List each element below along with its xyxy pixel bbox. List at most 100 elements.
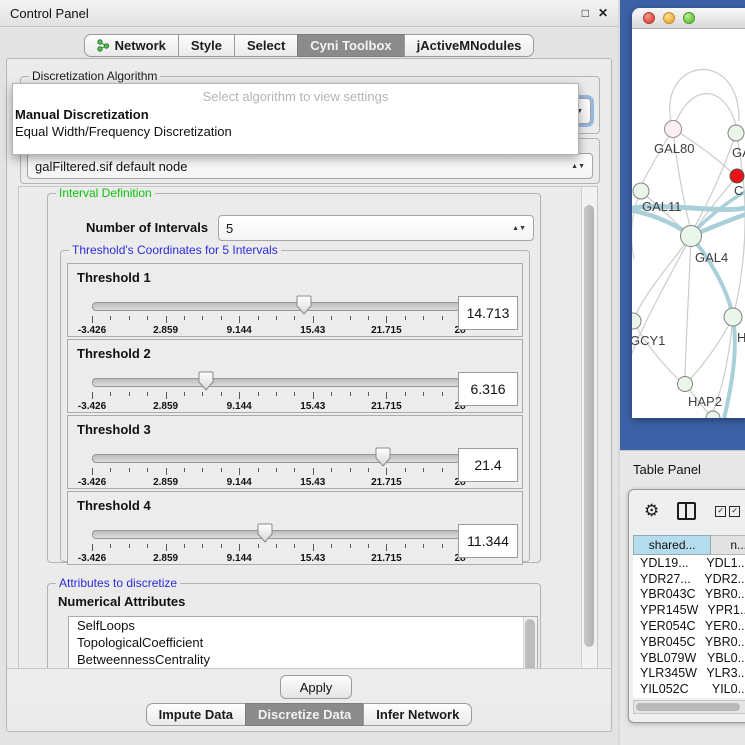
table-row[interactable]: YBR045CYBR0... [633,634,745,650]
node-label: GAL11 [642,199,682,214]
tick-label: 21.715 [371,401,402,412]
table-row[interactable]: YER054CYER0... [633,618,745,634]
checkbox-icon[interactable]: ✓ [729,506,740,517]
tick-label: -3.426 [78,477,106,488]
table-hscrollbar[interactable] [633,700,745,714]
slider: -3.4262.8599.14415.4321.71528 [92,296,460,332]
slider-thumb[interactable] [198,371,214,391]
settings-scrollbar[interactable] [581,187,597,669]
settings-scrollbar-thumb[interactable] [584,205,594,647]
apply-button[interactable]: Apply [280,675,352,699]
cell-name: YLR3... [697,666,745,680]
network-node[interactable] [632,313,641,329]
tick-mark [258,392,259,396]
network-node[interactable] [665,121,682,138]
slider-thumb[interactable] [375,447,391,467]
attribute-list-item[interactable]: TopologicalCoefficient [69,634,537,651]
table-row[interactable]: YLR345WYLR3... [633,666,745,682]
tab-impute-label: Impute Data [159,707,233,722]
tick-label: 21.715 [371,325,402,336]
threshold-value-field[interactable]: 21.4 [458,448,518,482]
tick-mark [202,544,203,548]
table-hscrollbar-thumb[interactable] [636,703,740,711]
tick-mark [202,468,203,472]
slider-track[interactable] [92,302,460,311]
tick-mark [202,316,203,320]
tick-mark [166,468,167,475]
threshold-value-field[interactable]: 11.344 [458,524,518,558]
table-data-combobox[interactable]: galFiltered.sif default node ▲▼ [27,153,593,179]
network-node[interactable] [730,169,744,183]
threshold-coordinates-group: Threshold's Coordinates for 5 Intervals … [60,250,530,562]
dropdown-prompt: Select algorithm to view settings [13,88,578,106]
cell-name: YPR1... [698,603,745,617]
slider-track[interactable] [92,454,460,463]
network-node[interactable] [678,377,693,392]
tick-mark [184,316,185,320]
table-row[interactable]: YBR043CYBR0... [633,587,745,603]
close-traffic-light[interactable] [643,12,655,24]
tab-discretize-data[interactable]: Discretize Data [245,703,364,726]
gear-icon[interactable]: ⚙ [644,501,659,521]
checkbox-icon[interactable]: ✓ [715,506,726,517]
threshold-value-field[interactable]: 14.713 [458,296,518,330]
network-node[interactable] [633,183,649,199]
window-title: Control Panel [10,6,89,21]
tab-style[interactable]: Style [178,34,235,57]
column-header-name[interactable]: n... [711,535,745,555]
cell-shared-name: YPR145W [633,603,698,617]
tick-mark [147,316,148,320]
tab-discretize-label: Discretize Data [258,707,351,722]
slider-track[interactable] [92,378,460,387]
threshold-coordinates-label: Threshold's Coordinates for 5 Intervals [69,243,281,257]
tab-jactivemnodules[interactable]: jActiveMNodules [404,34,535,57]
float-window-icon[interactable]: □ [582,6,589,20]
table-row[interactable]: YDR27...YDR2... [633,571,745,587]
tab-cyni-toolbox[interactable]: Cyni Toolbox [297,34,404,57]
tick-mark [368,468,369,472]
tab-network[interactable]: Network [84,34,179,57]
attribute-list-item[interactable]: SelfLoops [69,617,537,634]
zoom-traffic-light[interactable] [683,12,695,24]
network-node[interactable] [681,226,702,247]
column-header-shared-name[interactable]: shared... [633,535,711,555]
minimize-traffic-light[interactable] [663,12,675,24]
network-node[interactable] [724,308,742,326]
tick-label: -3.426 [78,325,106,336]
attributes-scrollbar-thumb[interactable] [525,619,535,670]
cell-shared-name: YDL19... [633,556,697,570]
table-row[interactable]: YBL079WYBL0... [633,650,745,666]
tick-label: 15.43 [300,325,325,336]
network-canvas[interactable]: GAL80GACGAL11GAL4GCY1HHAP2 [632,29,745,418]
table-row[interactable]: YIL052CYIL0... [633,681,745,697]
dropdown-item-manual[interactable]: Manual Discretization [13,106,578,123]
table-row[interactable]: YPR145WYPR1... [633,602,745,618]
slider-thumb[interactable] [296,295,312,315]
table-window: ⚙ ✓ ✓ shared... n... YDL19...YDL1...YDR2… [628,489,745,723]
tick-mark [386,392,387,399]
tab-infer-network[interactable]: Infer Network [363,703,472,726]
slider-track[interactable] [92,530,460,539]
tick-mark [423,392,424,396]
numerical-attributes-list: SelfLoopsTopologicalCoefficientBetweenne… [68,616,538,670]
tab-select[interactable]: Select [234,34,298,57]
number-of-intervals-combobox[interactable]: 5 ▲▼ [218,215,534,241]
tick-mark [110,316,111,320]
table-panel-title: Table Panel [633,462,701,477]
network-node[interactable] [706,411,720,418]
discretization-algorithm-label: Discretization Algorithm [29,69,160,83]
dropdown-item-equal-width[interactable]: Equal Width/Frequency Discretization [13,123,578,140]
tick-mark [405,392,406,396]
tab-infer-label: Infer Network [376,707,459,722]
table-row[interactable]: YDL19...YDL1... [633,555,745,571]
tick-label: -3.426 [78,401,106,412]
attributes-scrollbar[interactable] [523,617,537,670]
network-node[interactable] [728,125,744,141]
close-window-icon[interactable]: ✕ [598,6,608,20]
threshold-value-field[interactable]: 6.316 [458,372,518,406]
columns-icon[interactable] [677,502,696,520]
tab-impute-data[interactable]: Impute Data [146,703,246,726]
attribute-list-item[interactable]: BetweennessCentrality [69,651,537,668]
tick-mark [276,544,277,548]
slider-thumb[interactable] [257,523,273,543]
